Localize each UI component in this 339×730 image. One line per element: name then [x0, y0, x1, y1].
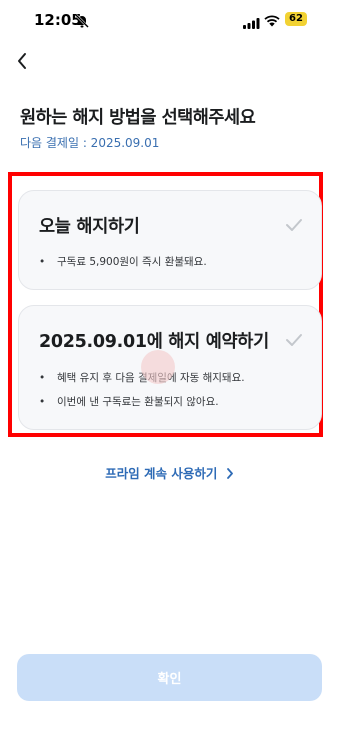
list-item: 혜택 유지 후 다음 결제일에 자동 해지돼요. [39, 372, 245, 396]
next-payment-date: 다음 결제일 : 2025.09.01 [20, 136, 160, 150]
option-details: 구독료 5,900원이 즉시 환불돼요. [39, 256, 207, 280]
option-title: 2025.09.01에 해지 예약하기 [39, 332, 269, 352]
bell-off-icon [75, 13, 89, 32]
signal-icon [243, 14, 260, 33]
battery-icon: 62 [285, 12, 307, 26]
chevron-left-icon [18, 53, 26, 69]
wifi-icon [264, 12, 280, 31]
list-item: 이번에 낸 구독료는 환불되지 않아요. [39, 396, 245, 420]
option-title: 오늘 해지하기 [39, 217, 140, 237]
option-cancel-today[interactable]: 오늘 해지하기 구독료 5,900원이 즉시 환불돼요. [18, 190, 322, 290]
check-icon [285, 332, 303, 351]
back-button[interactable] [11, 50, 33, 72]
check-icon [285, 217, 303, 236]
continue-using-link[interactable]: 프라임 계속 사용하기 [0, 463, 339, 482]
chevron-right-icon [226, 468, 233, 479]
watermark-logo [141, 350, 175, 384]
page-title: 원하는 해지 방법을 선택해주세요 [20, 108, 256, 128]
confirm-button[interactable]: 확인 [17, 654, 322, 701]
option-details: 혜택 유지 후 다음 결제일에 자동 해지돼요. 이번에 낸 구독료는 환불되지… [39, 372, 245, 420]
continue-link-label: 프라임 계속 사용하기 [105, 466, 218, 481]
list-item: 구독료 5,900원이 즉시 환불돼요. [39, 256, 207, 280]
status-bar: 12:05 62 [0, 0, 339, 40]
